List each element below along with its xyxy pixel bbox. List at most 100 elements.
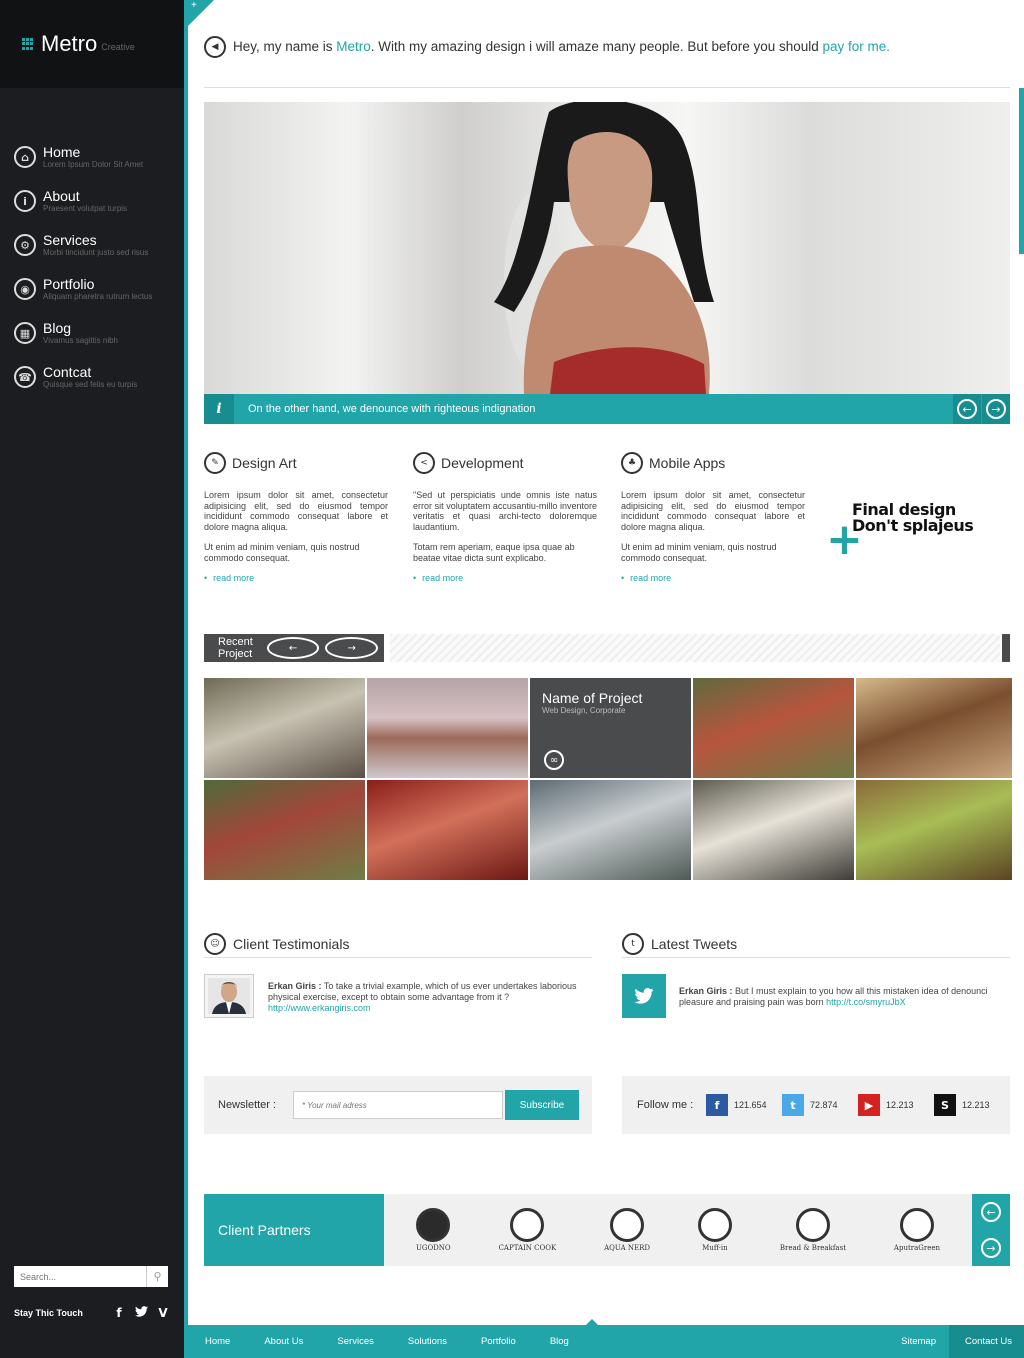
newsletter-email-input[interactable] bbox=[293, 1091, 503, 1119]
info-icon: i bbox=[204, 394, 234, 424]
partners-prev-button[interactable]: ← bbox=[981, 1202, 1001, 1222]
service-mobile-apps: ♣ Mobile Apps Lorem ipsum dolor sit amet, … bbox=[621, 452, 805, 583]
read-more-link[interactable]: read more bbox=[621, 573, 805, 583]
follow-count: 12.213 bbox=[962, 1100, 990, 1110]
project-tile[interactable] bbox=[367, 678, 528, 778]
follow-twitter[interactable]: t 72.874 bbox=[782, 1094, 858, 1116]
project-tile[interactable] bbox=[693, 678, 854, 778]
hero-next-button[interactable]: → bbox=[982, 394, 1010, 424]
sidebar-item-sub: Lorem Ipsum Dolor Sit Amet bbox=[43, 160, 144, 169]
facebook-icon[interactable]: f bbox=[108, 1306, 130, 1320]
footer-link-solutions[interactable]: Solutions bbox=[408, 1336, 447, 1347]
divider-end bbox=[1002, 634, 1010, 662]
tweet-text: Erkan Giris : But I must explain to you … bbox=[679, 986, 1010, 1018]
twitter-icon[interactable]: t bbox=[782, 1094, 804, 1116]
partner-logo[interactable]: AputraGreen bbox=[894, 1208, 940, 1252]
plus-icon[interactable]: + bbox=[191, 0, 197, 11]
partner-logo[interactable]: Muff-in bbox=[697, 1208, 732, 1252]
subscribe-button[interactable]: Subscribe bbox=[505, 1090, 579, 1120]
partner-logo[interactable]: CAPTAIN COOK bbox=[499, 1208, 556, 1252]
sidebar-item-label: About bbox=[43, 188, 80, 204]
scrollbar-thumb[interactable] bbox=[1019, 88, 1024, 254]
project-tile[interactable] bbox=[856, 678, 1012, 778]
partner-logo[interactable]: Bread & Breakfast bbox=[780, 1208, 846, 1252]
follow-count: 121.654 bbox=[734, 1100, 767, 1110]
project-tile[interactable] bbox=[856, 780, 1012, 880]
sidebar-item-portfolio[interactable]: ◉ Portfolio Aliquam pharetra rutrum lectus bbox=[0, 272, 184, 316]
follow-skype[interactable]: S 12.213 bbox=[934, 1094, 1010, 1116]
follow-facebook[interactable]: f 121.654 bbox=[706, 1094, 782, 1116]
camera-icon: ◉ bbox=[14, 278, 36, 300]
project-featured[interactable]: Name of Project Web Design, Corporate ∞ bbox=[530, 678, 691, 778]
project-tile[interactable] bbox=[530, 780, 691, 880]
sidebar-item-blog[interactable]: ▦ Blog Vivamus sagittis nibh bbox=[0, 316, 184, 360]
footer-sitemap-link[interactable]: Sitemap bbox=[888, 1336, 949, 1347]
arrow-left-icon: ← bbox=[957, 399, 977, 419]
project-tile[interactable] bbox=[367, 780, 528, 880]
tweet-link[interactable]: http://t.co/smyruJbX bbox=[826, 997, 906, 1007]
intro-text: Hey, my name is Metro. With my amazing d… bbox=[233, 39, 890, 54]
pay-link[interactable]: pay for me. bbox=[823, 39, 891, 54]
link-icon[interactable]: ∞ bbox=[544, 750, 564, 770]
sidebar-item-about[interactable]: i About Praesent volutpat turpis bbox=[0, 184, 184, 228]
logo[interactable]: Metro Creative bbox=[0, 0, 184, 88]
sidebar-item-services[interactable]: ⚙ Services Morbi tincidunt justo sed risus bbox=[0, 228, 184, 272]
recent-prev-button[interactable]: ← bbox=[266, 637, 320, 659]
share-icon: < bbox=[413, 452, 435, 474]
sidebar-item-text: About Praesent volutpat turpis bbox=[43, 184, 127, 228]
skype-icon[interactable]: S bbox=[934, 1094, 956, 1116]
footer-link-services[interactable]: Services bbox=[337, 1336, 373, 1347]
avatar bbox=[204, 974, 254, 1018]
sidebar-item-home[interactable]: ⌂ Home Lorem Ipsum Dolor Sit Amet bbox=[0, 140, 184, 184]
featured-project-name: Name of Project bbox=[542, 690, 643, 706]
hero-prev-button[interactable]: ← bbox=[953, 394, 981, 424]
twitter-icon[interactable] bbox=[130, 1306, 152, 1320]
footer-link-about-us[interactable]: About Us bbox=[264, 1336, 303, 1347]
footer-link-blog[interactable]: Blog bbox=[550, 1336, 569, 1347]
project-grid: Name of Project Web Design, Corporate ∞ bbox=[204, 678, 1012, 880]
youtube-icon[interactable]: ▶ bbox=[858, 1094, 880, 1116]
service-title: Development bbox=[441, 455, 524, 471]
tweet: Erkan Giris : But I must explain to you … bbox=[622, 974, 1010, 1018]
footer-link-portfolio[interactable]: Portfolio bbox=[481, 1336, 516, 1347]
intro-before: Hey, my name is bbox=[233, 39, 337, 54]
search-input[interactable] bbox=[14, 1266, 146, 1287]
partner-logo-name: Muff-in bbox=[702, 1244, 728, 1252]
testimonial-text: Erkan Giris : To take a trivial example,… bbox=[268, 981, 592, 1018]
read-more-link[interactable]: read more bbox=[413, 573, 597, 583]
follow-count: 72.874 bbox=[810, 1100, 838, 1110]
hero-caption: On the other hand, we denounce with righ… bbox=[248, 403, 536, 415]
partners-next-button[interactable]: → bbox=[981, 1238, 1001, 1258]
sidebar-item-label: Blog bbox=[43, 320, 72, 336]
tweets-header: t Latest Tweets bbox=[622, 930, 1010, 958]
follow-youtube[interactable]: ▶ 12.213 bbox=[858, 1094, 934, 1116]
partner-logo-mark bbox=[697, 1208, 732, 1242]
footer-link-home[interactable]: Home bbox=[205, 1336, 230, 1347]
recent-project-label: Recent Project bbox=[218, 636, 253, 660]
footer-contact-link[interactable]: Contact Us bbox=[949, 1325, 1024, 1358]
read-more-link[interactable]: read more bbox=[204, 573, 388, 583]
logo-text: Metro bbox=[41, 31, 98, 56]
final-line-2: Don't splajeus bbox=[852, 516, 974, 535]
partner-logo[interactable]: UGODNO bbox=[416, 1208, 451, 1252]
partner-logo-name: AputraGreen bbox=[893, 1244, 941, 1252]
project-tile[interactable] bbox=[204, 678, 365, 778]
partner-logo[interactable]: AQUA NERD bbox=[604, 1208, 650, 1252]
phone-icon: ☎ bbox=[14, 366, 36, 388]
intro-middle: . With my amazing design i will amaze ma… bbox=[370, 39, 823, 54]
footer-notch bbox=[586, 1319, 598, 1325]
sidebar-item-sub: Vivamus sagittis nibh bbox=[43, 336, 118, 345]
recent-next-button[interactable]: → bbox=[325, 637, 379, 659]
project-tile[interactable] bbox=[693, 780, 854, 880]
service-text-2: Ut enim ad minim veniam, quis nostrud co… bbox=[621, 542, 777, 563]
facebook-icon[interactable]: f bbox=[706, 1094, 728, 1116]
sidebar-item-label: Home bbox=[43, 144, 81, 160]
service-text-2: Ut enim ad minim veniam, quis nostrud co… bbox=[204, 542, 360, 563]
vimeo-icon[interactable]: V bbox=[152, 1306, 174, 1320]
home-icon: ⌂ bbox=[14, 146, 36, 168]
testimonial-link[interactable]: http://www.erkangiris.com bbox=[268, 1003, 371, 1013]
partner-logo-mark bbox=[416, 1208, 451, 1242]
search-icon[interactable]: ⚲ bbox=[146, 1266, 168, 1287]
sidebar-item-contcat[interactable]: ☎ Contcat Quisque sed felis eu turpis bbox=[0, 360, 184, 404]
project-tile[interactable] bbox=[204, 780, 365, 880]
